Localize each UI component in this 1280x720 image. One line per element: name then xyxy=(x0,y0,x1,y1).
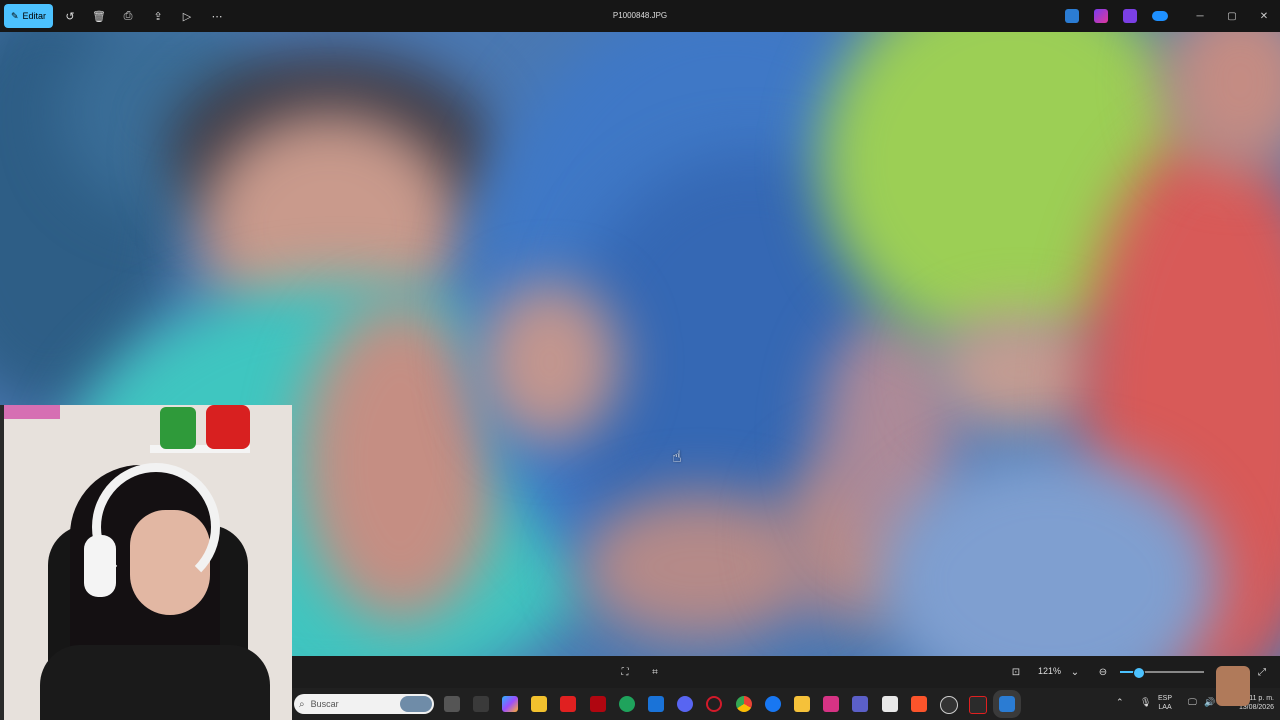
edge-icon[interactable] xyxy=(619,696,635,712)
print-icon[interactable]: ⎙ xyxy=(120,8,136,24)
widgets-icon[interactable] xyxy=(473,696,489,712)
language-bottom: LAA xyxy=(1158,704,1172,711)
edit-label: Editar xyxy=(22,11,47,21)
maximize-button[interactable]: ▢ xyxy=(1218,6,1246,26)
minimize-button[interactable]: ─ xyxy=(1186,6,1214,26)
clipchamp-icon[interactable] xyxy=(1094,9,1108,23)
search-icon: ⌕ xyxy=(299,698,305,710)
avatar xyxy=(1216,666,1250,706)
chevron-up-icon[interactable]: ⌃ xyxy=(1116,697,1124,708)
brave-icon[interactable] xyxy=(911,696,927,712)
photos-icon[interactable] xyxy=(993,690,1021,718)
obs-icon[interactable] xyxy=(940,696,958,714)
taskbar: ⌕ Buscar ⌃ 🎙 ESP LAA 🖵 🔊 …11 p. m. 13/08… xyxy=(292,666,1280,720)
network-icon[interactable]: 🖵 xyxy=(1188,697,1197,708)
delete-icon[interactable]: 🗑 xyxy=(91,8,107,24)
close-button[interactable]: ✕ xyxy=(1250,6,1278,26)
chevron-down-icon[interactable]: ⌄ xyxy=(1067,664,1083,680)
opera-icon[interactable] xyxy=(706,696,722,712)
language-indicator[interactable]: ESP LAA xyxy=(1158,694,1172,712)
zoom-out-icon[interactable]: ⊖ xyxy=(1095,664,1111,680)
webcam-overlay xyxy=(0,405,292,720)
app-m-icon[interactable] xyxy=(969,696,987,714)
outlook-icon[interactable] xyxy=(648,696,664,712)
store-icon[interactable] xyxy=(531,696,547,712)
fit-window-icon[interactable]: ⊡ xyxy=(1008,664,1024,680)
language-top: ESP xyxy=(1158,695,1173,702)
netflix-icon[interactable] xyxy=(590,696,606,712)
facebook-icon[interactable] xyxy=(765,696,781,712)
more-icon[interactable]: ⋯ xyxy=(209,8,225,24)
zoom-slider[interactable] xyxy=(1120,667,1204,679)
zoom-level[interactable]: 121% xyxy=(1038,666,1061,676)
search-highlight-icon xyxy=(400,696,432,712)
rotate-icon[interactable]: ↺ xyxy=(62,8,78,24)
snipping-tool-icon[interactable] xyxy=(882,696,898,712)
scan-icon[interactable]: ⌗ xyxy=(647,664,663,680)
discord-icon[interactable] xyxy=(677,696,693,712)
copilot-icon[interactable] xyxy=(502,696,518,712)
task-view-icon[interactable] xyxy=(444,696,460,712)
search-placeholder: Buscar xyxy=(310,699,339,709)
photo-editor-icon[interactable] xyxy=(1065,9,1079,23)
bottom-toolbar: ⛶ ⌗ ⊡ 121% ⌄ ⊖ ⤢ xyxy=(292,656,1280,688)
edit-button[interactable]: ✎ Editar xyxy=(4,4,54,28)
onedrive-icon[interactable] xyxy=(1152,11,1168,21)
title-bar: ✎ Editar ↺ 🗑 ⎙ ⇪ ▷ ⋯ P1000848.JPG ─ ▢ ✕ xyxy=(0,0,1280,32)
slideshow-icon[interactable]: ▷ xyxy=(179,8,195,24)
chrome-icon[interactable] xyxy=(736,696,752,712)
file-explorer-icon[interactable] xyxy=(794,696,810,712)
fullscreen-icon[interactable]: ⤢ xyxy=(1254,664,1270,680)
volume-icon[interactable]: 🔊 xyxy=(1204,697,1215,708)
teams-icon[interactable] xyxy=(852,696,868,712)
video-icon[interactable] xyxy=(1123,9,1137,23)
edit-pencil-icon: ✎ xyxy=(11,10,19,21)
fit-to-view-icon[interactable]: ⛶ xyxy=(617,664,633,680)
hand-cursor-icon: ☝ xyxy=(672,449,682,466)
onenote-icon[interactable] xyxy=(823,696,839,712)
zoom-slider-thumb[interactable] xyxy=(1132,667,1145,679)
search-box[interactable]: ⌕ Buscar xyxy=(294,694,434,714)
youtube-icon[interactable] xyxy=(560,696,576,712)
share-icon[interactable]: ⇪ xyxy=(150,8,166,24)
microphone-icon[interactable]: 🎙 xyxy=(1140,697,1151,708)
